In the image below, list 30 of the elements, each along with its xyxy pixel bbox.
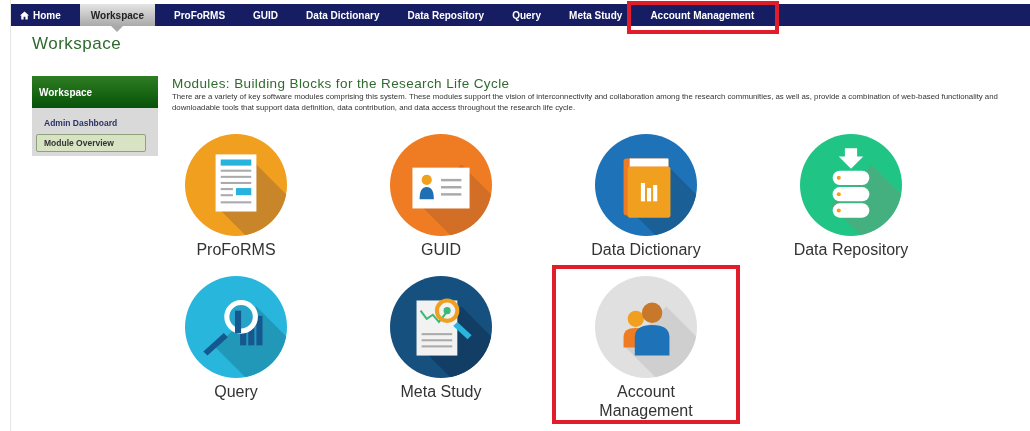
module-link[interactable]: Query [214, 382, 258, 401]
nav-tab[interactable]: Data Repository [398, 4, 494, 26]
nav-tab[interactable]: Home [11, 4, 70, 26]
nav-tab[interactable]: Data Dictionary [297, 4, 389, 26]
page-title: Workspace [32, 34, 122, 55]
module-link[interactable]: ProFoRMS [196, 240, 276, 259]
nav-tab[interactable]: Workspace [79, 4, 155, 26]
people-icon[interactable] [595, 276, 697, 378]
sidebar-item[interactable]: Module Overview [36, 134, 146, 152]
report-magnifier-icon[interactable] [390, 276, 492, 378]
nav-tab[interactable]: GUID [244, 4, 288, 26]
magnifier-chart-icon[interactable] [185, 276, 287, 378]
form-document-icon[interactable] [185, 134, 287, 236]
nav-tab[interactable]: Query [503, 4, 551, 26]
module-link[interactable]: Meta Study [400, 382, 482, 401]
module-link[interactable]: Data Repository [793, 240, 909, 259]
id-card-icon[interactable] [390, 134, 492, 236]
home-icon [20, 10, 29, 20]
book-icon[interactable] [595, 134, 697, 236]
nav-tab[interactable]: ProFoRMS [165, 4, 235, 26]
nav-tab[interactable]: Account Management [641, 4, 764, 26]
section-heading: Modules: Building Blocks for the Research Life Cycle [172, 76, 511, 91]
module-link[interactable]: GUID [421, 240, 461, 259]
database-icon[interactable] [800, 134, 902, 236]
module-link[interactable]: Account Management [571, 382, 721, 420]
module-link[interactable]: Data Dictionary [591, 240, 701, 259]
sidebar-header: Workspace [32, 76, 158, 108]
nav-tab[interactable]: Meta Study [560, 4, 632, 26]
sidebar-item[interactable]: Admin Dashboard [36, 115, 146, 131]
tab-pointer-icon [111, 26, 124, 32]
